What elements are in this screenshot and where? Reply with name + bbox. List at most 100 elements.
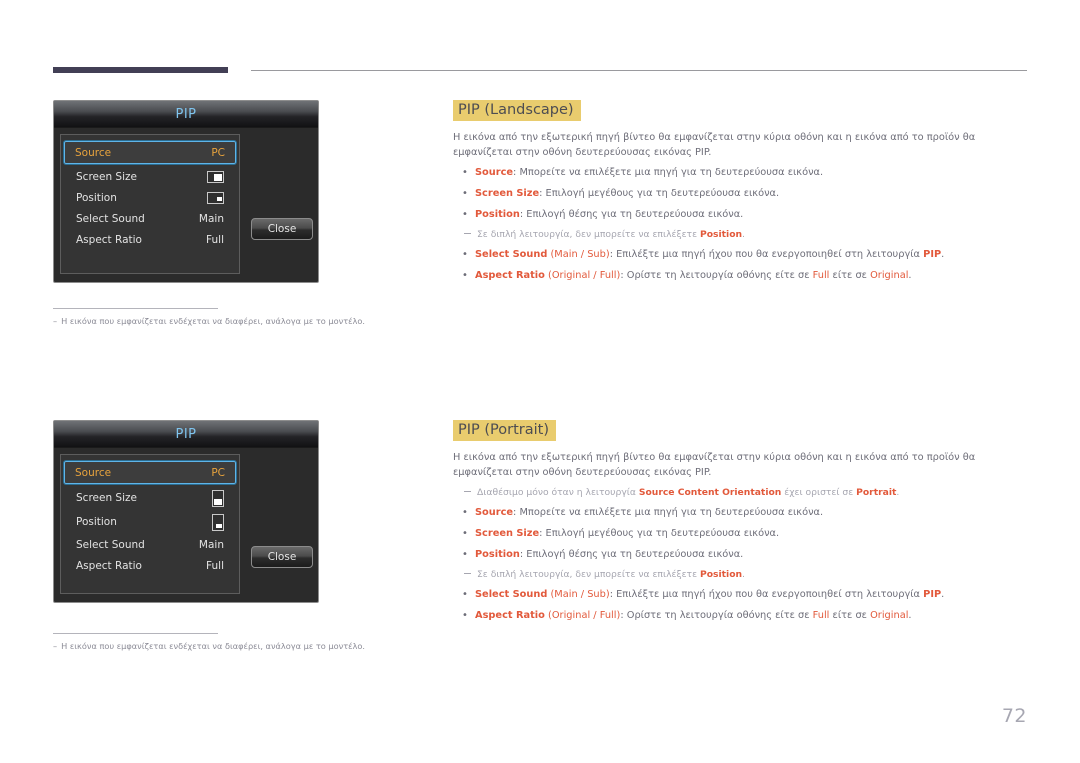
- option-original: Original: [551, 609, 591, 621]
- osd-row-label: Aspect Ratio: [76, 233, 142, 246]
- list-item-text: : Ορίστε τη λειτουργία οθόνης είτε σε: [620, 269, 813, 281]
- osd-title: PIP: [175, 106, 197, 122]
- figure-1-note: – Η εικόνα που εμφανίζεται ενδέχεται να …: [53, 308, 423, 327]
- keyword-tail: PIP: [923, 589, 942, 600]
- osd-row-source[interactable]: Source PC: [63, 460, 237, 485]
- keyword: Aspect Ratio: [475, 269, 545, 281]
- keyword: Source Content Orientation: [638, 487, 782, 499]
- sub-note-orientation: Διαθέσιμο μόνο όταν η λειτουργία Source …: [453, 486, 1013, 500]
- keyword: Source: [475, 167, 514, 179]
- page-number: 72: [1001, 705, 1027, 727]
- osd-row-value: PC: [211, 146, 225, 159]
- osd-row-value: PC: [211, 466, 225, 479]
- close-button[interactable]: Close: [251, 218, 313, 240]
- osd-row-label: Screen Size: [76, 170, 137, 183]
- osd-row-aspect-ratio[interactable]: Aspect Ratio Full: [66, 229, 234, 250]
- sub-note-text-end: .: [896, 487, 900, 499]
- position-icon: [207, 191, 224, 204]
- keyword: Screen Size: [475, 188, 540, 200]
- close-button[interactable]: Close: [251, 546, 313, 568]
- list-item-text: : Επιλέξτε μια πηγή ήχου που θα ενεργοπο…: [609, 589, 924, 600]
- sub-note-text: Σε διπλή λειτουργία, δεν μπορείτε να επι…: [477, 229, 700, 241]
- osd-row-select-sound[interactable]: Select Sound Main: [66, 534, 234, 555]
- list-item-text: : Επιλογή μεγέθους για τη δευτερεύουσα ε…: [539, 527, 780, 539]
- option-sub: Sub: [587, 249, 606, 261]
- keyword: Screen Size: [475, 527, 540, 539]
- list-item: Source: Μπορείτε να επιλέξετε μια πηγή γ…: [453, 165, 1013, 181]
- osd-body: Source PC Screen Size Position Select So…: [54, 448, 318, 602]
- list-item-text: : Μπορείτε να επιλέξετε μια πηγή για τη …: [513, 167, 824, 179]
- keyword: Position: [475, 208, 520, 220]
- section-bullet-list: Source: Μπορείτε να επιλέξετε μια πηγή γ…: [453, 165, 1013, 284]
- osd-side-panel: Close: [240, 454, 313, 594]
- osd-title: PIP: [175, 426, 197, 442]
- keyword: Position: [699, 569, 743, 581]
- osd-menu-list: Source PC Screen Size Position Select So…: [60, 134, 240, 274]
- list-item-text: : Επιλογή θέσης για τη δευτερεύουσα εικό…: [519, 208, 744, 220]
- osd-titlebar: PIP: [54, 421, 318, 448]
- page-header-rule: [53, 66, 1027, 74]
- osd-row-position[interactable]: Position: [66, 187, 234, 208]
- note-divider: [53, 308, 218, 309]
- osd-row-value: Full: [206, 233, 224, 246]
- pip-landscape-section: PIP (Landscape) Η εικόνα από την εξωτερι…: [453, 99, 1013, 290]
- note-text: Η εικόνα που εμφανίζεται ενδέχεται να δι…: [61, 641, 366, 651]
- keyword-tail: Original: [870, 269, 909, 281]
- section-paragraph: Η εικόνα από την εξωτερική πηγή βίντεο θ…: [453, 452, 976, 479]
- option-main: Main: [554, 249, 578, 261]
- keyword: Position: [475, 548, 520, 560]
- sub-note: Σε διπλή λειτουργία, δεν μπορείτε να επι…: [453, 568, 1013, 582]
- osd-row-label: Position: [76, 191, 117, 204]
- osd-row-label: Select Sound: [76, 538, 145, 551]
- section-heading: PIP (Portrait): [453, 420, 556, 441]
- list-item-text: : Επιλογή μεγέθους για τη δευτερεύουσα ε…: [539, 188, 780, 200]
- keyword-tail: Original: [870, 609, 909, 621]
- keyword: Source: [475, 507, 514, 519]
- option-full: Full: [599, 609, 617, 621]
- list-item-text: : Επιλογή θέσης για τη δευτερεύουσα εικό…: [519, 548, 744, 560]
- osd-row-screen-size[interactable]: Screen Size: [66, 486, 234, 510]
- osd-row-aspect-ratio[interactable]: Aspect Ratio Full: [66, 555, 234, 576]
- list-item: Position: Επιλογή θέσης για τη δευτερεύο…: [453, 547, 1013, 563]
- osd-row-position[interactable]: Position: [66, 510, 234, 534]
- section-bullet-list: Διαθέσιμο μόνο όταν η λειτουργία Source …: [453, 486, 1013, 623]
- note-text: Η εικόνα που εμφανίζεται ενδέχεται να δι…: [61, 316, 366, 326]
- figure-2-note: – Η εικόνα που εμφανίζεται ενδέχεται να …: [53, 633, 423, 652]
- option-original: Original: [551, 269, 591, 281]
- keyword-mid: Full: [812, 609, 830, 621]
- screen-size-icon: [212, 489, 224, 507]
- list-item: Select Sound (Main / Sub): Επιλέξτε μια …: [453, 247, 1013, 263]
- osd-row-value: Full: [206, 559, 224, 572]
- header-rule-line: [251, 70, 1027, 71]
- osd-row-source[interactable]: Source PC: [63, 140, 237, 165]
- osd-menu-list: Source PC Screen Size Position Select So…: [60, 454, 240, 594]
- position-icon: [212, 513, 224, 531]
- osd-row-screen-size[interactable]: Screen Size: [66, 166, 234, 187]
- list-item: Select Sound (Main / Sub): Επιλέξτε μια …: [453, 587, 1013, 603]
- note-dash: –: [53, 641, 58, 651]
- sub-note-mid: έχει οριστεί σε: [781, 487, 857, 499]
- sub-note-text-end: .: [742, 229, 745, 241]
- osd-row-label: Position: [76, 516, 117, 528]
- keyword: Select Sound: [475, 249, 548, 261]
- keyword-tail: Portrait: [856, 487, 897, 499]
- osd-row-value: Main: [198, 538, 224, 551]
- keyword: Select Sound: [475, 589, 548, 600]
- osd-row-value: Main: [198, 212, 224, 225]
- list-item: Aspect Ratio (Original / Full): Ορίστε τ…: [453, 268, 1013, 284]
- osd-row-label: Select Sound: [76, 212, 145, 225]
- option-full: Full: [599, 269, 617, 281]
- sub-note: Σε διπλή λειτουργία, δεν μπορείτε να επι…: [453, 228, 1013, 242]
- list-item: Position: Επιλογή θέσης για τη δευτερεύο…: [453, 207, 1013, 223]
- list-item-text: : Επιλέξτε μια πηγή ήχου που θα ενεργοπο…: [609, 249, 924, 261]
- screen-size-icon: [207, 170, 224, 183]
- header-rule-accent: [53, 67, 228, 73]
- list-item-text: : Μπορείτε να επιλέξετε μια πηγή για τη …: [513, 507, 824, 519]
- keyword-tail: PIP: [923, 249, 942, 261]
- list-item: Source: Μπορείτε να επιλέξετε μια πηγή γ…: [453, 505, 1013, 521]
- list-item: Screen Size: Επιλογή μεγέθους για τη δευ…: [453, 186, 1013, 202]
- pip-portrait-osd-window: PIP Source PC Screen Size Position Selec…: [53, 420, 319, 603]
- osd-body: Source PC Screen Size Position Select So…: [54, 128, 318, 282]
- osd-row-select-sound[interactable]: Select Sound Main: [66, 208, 234, 229]
- osd-side-panel: Close: [240, 134, 313, 274]
